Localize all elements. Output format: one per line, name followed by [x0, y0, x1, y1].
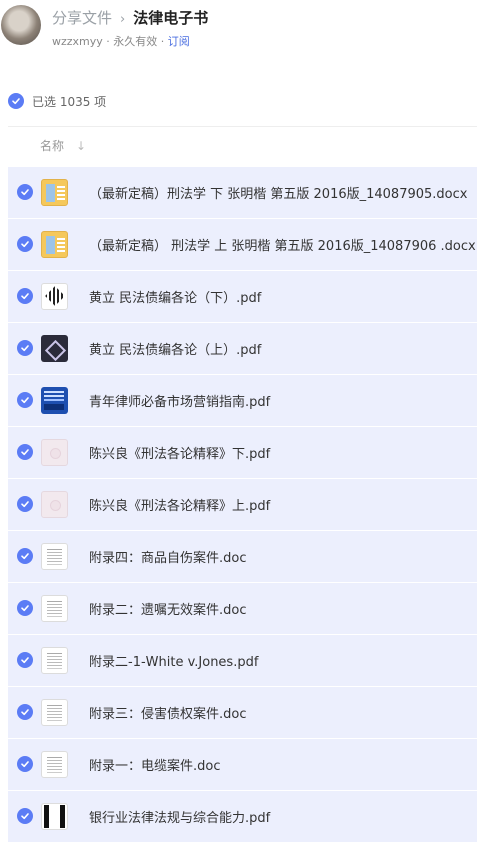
owner-name: wzzxmyy: [52, 35, 103, 48]
file-thumbnail: [41, 751, 68, 778]
file-row[interactable]: 陈兴良《刑法各论精释》上.pdf: [8, 479, 477, 530]
avatar[interactable]: [1, 5, 41, 45]
file-name[interactable]: 黄立 民法债编各论（上）.pdf: [89, 339, 261, 358]
sort-down-icon[interactable]: ↓: [76, 139, 86, 153]
file-row[interactable]: 附录一：电缆案件.doc: [8, 739, 477, 790]
check-circle-icon[interactable]: [17, 756, 33, 772]
share-header: 分享文件 › 法律电子书 wzzxmyy · 永久有效 · 订阅: [0, 0, 477, 60]
check-circle-icon[interactable]: [17, 548, 33, 564]
file-name[interactable]: （最新定稿） 刑法学 上 张明楷 第五版 2016版_14087906 .doc…: [89, 235, 476, 254]
file-row[interactable]: 附录二：遗嘱无效案件.doc: [8, 583, 477, 634]
file-name[interactable]: 黄立 民法债编各论（下）.pdf: [89, 287, 261, 306]
file-row[interactable]: 银行业法律法规与综合能力.pdf: [8, 791, 477, 842]
check-circle-icon[interactable]: [17, 184, 33, 200]
file-thumbnail: [41, 439, 68, 466]
file-name[interactable]: 附录二-1-White v.Jones.pdf: [89, 651, 258, 670]
selection-count: 已选 1035 项: [32, 94, 107, 109]
file-thumbnail: [41, 283, 68, 310]
breadcrumb-parent-link[interactable]: 分享文件: [52, 9, 112, 27]
file-name[interactable]: 附录二：遗嘱无效案件.doc: [89, 599, 247, 618]
file-thumbnail: [41, 595, 68, 622]
divider: [8, 126, 477, 127]
meta-separator: ·: [157, 35, 168, 48]
file-thumbnail: [41, 803, 68, 830]
check-circle-icon[interactable]: [17, 236, 33, 252]
file-name[interactable]: 附录三：侵害债权案件.doc: [89, 703, 247, 722]
file-name[interactable]: 陈兴良《刑法各论精释》下.pdf: [89, 443, 270, 462]
file-name[interactable]: 青年律师必备市场营销指南.pdf: [89, 391, 270, 410]
page-title: 法律电子书: [133, 9, 209, 27]
check-circle-icon[interactable]: [17, 444, 33, 460]
file-name[interactable]: 附录四：商品自伤案件.doc: [89, 547, 247, 566]
file-thumbnail: [41, 335, 68, 362]
file-name[interactable]: 银行业法律法规与综合能力.pdf: [89, 807, 270, 826]
check-circle-icon[interactable]: [17, 704, 33, 720]
file-row[interactable]: 黄立 民法债编各论（下）.pdf: [8, 271, 477, 322]
check-circle-icon[interactable]: [17, 652, 33, 668]
meta-separator: ·: [102, 35, 114, 48]
check-circle-icon[interactable]: [17, 496, 33, 512]
check-circle-icon[interactable]: [8, 93, 24, 109]
file-row[interactable]: 附录二-1-White v.Jones.pdf: [8, 635, 477, 686]
check-circle-icon[interactable]: [17, 288, 33, 304]
select-all[interactable]: 已选 1035 项: [8, 91, 106, 111]
file-thumbnail: [41, 179, 68, 206]
share-meta: wzzxmyy · 永久有效 · 订阅: [52, 33, 190, 49]
file-name[interactable]: 附录一：电缆案件.doc: [89, 755, 221, 774]
file-row[interactable]: 陈兴良《刑法各论精释》下.pdf: [8, 427, 477, 478]
breadcrumb: 分享文件 › 法律电子书: [52, 7, 208, 28]
check-circle-icon[interactable]: [17, 808, 33, 824]
column-label: 名称: [40, 139, 65, 153]
file-thumbnail: [41, 699, 68, 726]
check-circle-icon[interactable]: [17, 340, 33, 356]
file-row[interactable]: 黄立 民法债编各论（上）.pdf: [8, 323, 477, 374]
file-thumbnail: [41, 231, 68, 258]
validity-text: 永久有效: [113, 35, 158, 48]
file-thumbnail: [41, 387, 68, 414]
subscribe-link[interactable]: 订阅: [168, 35, 190, 48]
file-row[interactable]: 附录四：商品自伤案件.doc: [8, 531, 477, 582]
file-name[interactable]: （最新定稿）刑法学 下 张明楷 第五版 2016版_14087905.docx: [89, 183, 467, 202]
file-row[interactable]: 附录三：侵害债权案件.doc: [8, 687, 477, 738]
file-name[interactable]: 陈兴良《刑法各论精释》上.pdf: [89, 495, 270, 514]
check-circle-icon[interactable]: [17, 600, 33, 616]
file-thumbnail: [41, 543, 68, 570]
file-thumbnail: [41, 647, 68, 674]
file-row[interactable]: （最新定稿）刑法学 下 张明楷 第五版 2016版_14087905.docx: [8, 167, 477, 218]
check-circle-icon[interactable]: [17, 392, 33, 408]
file-list: （最新定稿）刑法学 下 张明楷 第五版 2016版_14087905.docx （…: [8, 167, 477, 843]
file-thumbnail: [41, 491, 68, 518]
file-row[interactable]: （最新定稿） 刑法学 上 张明楷 第五版 2016版_14087906 .doc…: [8, 219, 477, 270]
column-header-name[interactable]: 名称 ↓: [40, 137, 86, 154]
file-row[interactable]: 青年律师必备市场营销指南.pdf: [8, 375, 477, 426]
chevron-right-icon: ›: [120, 12, 126, 27]
